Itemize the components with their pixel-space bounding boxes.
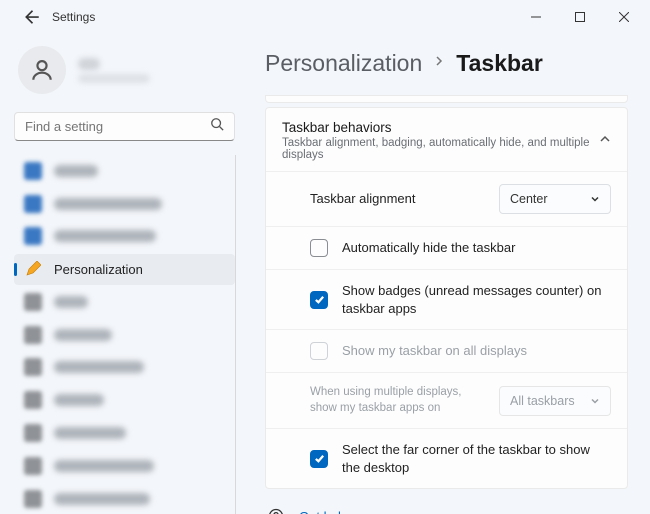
far-corner-row: Select the far corner of the taskbar to … [266, 428, 627, 488]
nav-item[interactable] [14, 287, 235, 318]
alignment-select[interactable]: Center [499, 184, 611, 214]
previous-section-edge [265, 95, 628, 103]
nav-item[interactable] [14, 418, 235, 449]
personalization-icon [24, 260, 42, 278]
avatar [18, 46, 66, 94]
breadcrumb-current: Taskbar [456, 50, 543, 77]
help-text: Get help [299, 509, 348, 514]
alignment-label: Taskbar alignment [310, 190, 485, 208]
breadcrumb-parent[interactable]: Personalization [265, 50, 422, 77]
chevron-down-icon [590, 194, 600, 204]
far-corner-label: Select the far corner of the taskbar to … [342, 441, 611, 476]
card-subtitle: Taskbar alignment, badging, automaticall… [282, 137, 599, 161]
close-button[interactable] [602, 2, 646, 32]
profile-email [78, 74, 150, 83]
nav-item[interactable] [14, 319, 235, 350]
autohide-checkbox[interactable] [310, 239, 328, 257]
multi-display-select: All taskbars [499, 386, 611, 416]
help-icon [267, 507, 285, 514]
badges-row: Show badges (unread messages counter) on… [266, 269, 627, 329]
nav-item[interactable] [14, 385, 235, 416]
nav-item[interactable] [14, 155, 235, 186]
maximize-button[interactable] [558, 2, 602, 32]
nav-item[interactable] [14, 188, 235, 219]
card-header[interactable]: Taskbar behaviors Taskbar alignment, bad… [266, 108, 627, 171]
back-button[interactable] [20, 7, 40, 27]
taskbar-behaviors-card: Taskbar behaviors Taskbar alignment, bad… [265, 107, 628, 489]
multi-display-row: When using multiple displays, show my ta… [266, 372, 627, 428]
chevron-right-icon [434, 54, 444, 73]
profile-name [78, 58, 100, 70]
nav-item[interactable] [14, 352, 235, 383]
nav-item[interactable] [14, 483, 235, 514]
multi-display-label: When using multiple displays, show my ta… [310, 385, 485, 416]
breadcrumb: Personalization Taskbar [265, 50, 628, 77]
minimize-button[interactable] [514, 2, 558, 32]
user-profile[interactable] [14, 42, 235, 108]
nav-label: Personalization [54, 262, 143, 277]
badges-checkbox[interactable] [310, 291, 328, 309]
all-displays-label: Show my taskbar on all displays [342, 342, 611, 360]
all-displays-row: Show my taskbar on all displays [266, 329, 627, 372]
badges-label: Show badges (unread messages counter) on… [342, 282, 611, 317]
all-displays-checkbox [310, 342, 328, 360]
nav-item[interactable] [14, 221, 235, 252]
select-value: Center [510, 192, 548, 206]
nav-item[interactable] [14, 450, 235, 481]
select-value: All taskbars [510, 394, 575, 408]
get-help-link[interactable]: Get help [267, 507, 626, 514]
card-title: Taskbar behaviors [282, 120, 599, 135]
far-corner-checkbox[interactable] [310, 450, 328, 468]
search-icon [210, 117, 224, 136]
chevron-down-icon [590, 396, 600, 406]
search-input[interactable] [25, 119, 210, 134]
chevron-up-icon [599, 132, 611, 150]
autohide-label: Automatically hide the taskbar [342, 239, 611, 257]
alignment-row: Taskbar alignment Center [266, 171, 627, 226]
app-title: Settings [52, 10, 95, 24]
autohide-row: Automatically hide the taskbar [266, 226, 627, 269]
search-box[interactable] [14, 112, 235, 141]
nav-list: Personalization [14, 155, 236, 514]
nav-item-personalization[interactable]: Personalization [14, 254, 235, 285]
